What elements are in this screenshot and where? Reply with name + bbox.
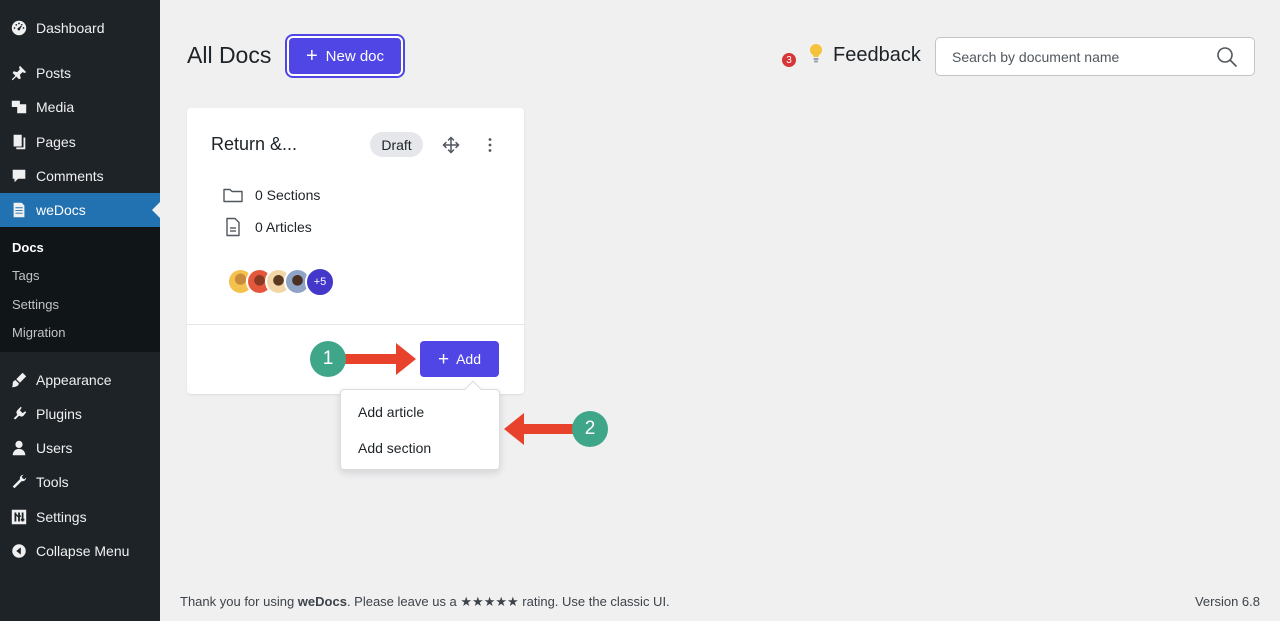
folder-icon bbox=[223, 188, 243, 203]
add-label: Add bbox=[456, 351, 482, 367]
sidebar-item-media[interactable]: Media bbox=[0, 90, 160, 124]
articles-count: 0 Articles bbox=[222, 216, 312, 238]
brush-icon bbox=[0, 371, 36, 389]
step-2-badge: 2 bbox=[572, 411, 608, 447]
add-dropdown-menu: Add article Add section bbox=[340, 380, 500, 470]
sidebar-item-dashboard[interactable]: Dashboard bbox=[0, 11, 160, 45]
plus-icon: + bbox=[437, 348, 450, 370]
articles-label: 0 Articles bbox=[255, 219, 312, 235]
new-doc-label: New doc bbox=[325, 47, 385, 65]
sidebar-item-comments[interactable]: Comments bbox=[0, 159, 160, 193]
document-icon bbox=[0, 201, 36, 219]
media-icon bbox=[0, 98, 36, 116]
sidebar-item-label: Dashboard bbox=[36, 20, 105, 36]
card-divider bbox=[187, 324, 524, 325]
active-caret bbox=[152, 202, 160, 218]
collapse-icon bbox=[0, 542, 36, 560]
sidebar-item-posts[interactable]: Posts bbox=[0, 56, 160, 90]
add-button[interactable]: + Add bbox=[420, 341, 499, 377]
sidebar-item-label: Posts bbox=[36, 65, 72, 81]
sections-label: 0 Sections bbox=[255, 187, 321, 203]
sidebar-item-pages[interactable]: Pages bbox=[0, 125, 160, 159]
step-1-badge: 1 bbox=[310, 341, 346, 377]
sidebar-item-label: Comments bbox=[36, 168, 104, 184]
sidebar-item-label: weDocs bbox=[36, 202, 86, 218]
page-title: All Docs bbox=[187, 42, 272, 68]
sidebar-item-label: Tools bbox=[36, 474, 69, 490]
admin-sidebar: Dashboard Posts Media Pages Comments weD… bbox=[0, 0, 160, 621]
doc-card[interactable]: Return &... Draft 0 Sections 0 Articles … bbox=[187, 108, 524, 394]
search-input[interactable] bbox=[952, 38, 1202, 75]
pin-icon bbox=[0, 64, 36, 82]
search-icon[interactable] bbox=[1216, 46, 1238, 68]
lightbulb-icon bbox=[809, 43, 823, 63]
sidebar-item-label: Collapse Menu bbox=[36, 543, 130, 559]
footer-thanks: Thank you for using weDocs. Please leave… bbox=[180, 594, 670, 610]
footer-text-after: . Please leave us a ★★★★★ rating. Use th… bbox=[346, 594, 670, 609]
sliders-icon bbox=[0, 508, 36, 526]
dashboard-icon bbox=[0, 19, 36, 37]
submenu-item-tags[interactable]: Tags bbox=[12, 268, 39, 283]
feedback-link[interactable]: Feedback bbox=[833, 44, 921, 67]
add-article-menu-item[interactable]: Add article bbox=[358, 404, 424, 420]
sidebar-item-label: Settings bbox=[36, 509, 87, 525]
sections-count: 0 Sections bbox=[222, 184, 320, 206]
kebab-menu-icon[interactable] bbox=[482, 136, 498, 154]
sidebar-item-label: Users bbox=[36, 440, 73, 456]
search-box bbox=[935, 37, 1255, 76]
sidebar-item-label: Appearance bbox=[36, 372, 112, 388]
sidebar-item-tools[interactable]: Tools bbox=[0, 465, 160, 499]
collapse-menu-button[interactable]: Collapse Menu bbox=[0, 534, 160, 568]
sidebar-item-label: Plugins bbox=[36, 406, 82, 422]
feedback-count-badge: 3 bbox=[781, 52, 797, 68]
user-icon bbox=[0, 439, 36, 457]
submenu-item-docs[interactable]: Docs bbox=[12, 240, 44, 255]
plus-icon: + bbox=[305, 45, 318, 67]
sidebar-item-label: Media bbox=[36, 99, 75, 115]
version-text: Version 6.8 bbox=[1194, 594, 1260, 609]
plugin-icon bbox=[0, 405, 36, 423]
new-doc-button[interactable]: + New doc bbox=[287, 36, 403, 76]
sidebar-item-plugins[interactable]: Plugins bbox=[0, 397, 160, 431]
footer-brand-link[interactable]: weDocs bbox=[298, 594, 347, 609]
add-section-menu-item[interactable]: Add section bbox=[358, 440, 431, 456]
status-badge: Draft bbox=[370, 132, 423, 157]
sidebar-item-users[interactable]: Users bbox=[0, 431, 160, 465]
sidebar-item-appearance[interactable]: Appearance bbox=[0, 363, 160, 397]
sidebar-item-settings[interactable]: Settings bbox=[0, 500, 160, 534]
submenu-item-settings[interactable]: Settings bbox=[12, 297, 59, 312]
footer-text-before: Thank you for using bbox=[180, 594, 298, 609]
submenu-item-migration[interactable]: Migration bbox=[12, 325, 65, 340]
sidebar-item-wedocs[interactable]: weDocs bbox=[0, 193, 160, 227]
more-avatars-badge[interactable]: +5 bbox=[305, 267, 335, 297]
wedocs-submenu: Docs Tags Settings Migration bbox=[0, 227, 160, 352]
wrench-icon bbox=[0, 473, 36, 491]
move-icon[interactable] bbox=[442, 136, 460, 154]
arrow-to-dropdown bbox=[504, 413, 574, 445]
sidebar-item-label: Pages bbox=[36, 134, 76, 150]
doc-title[interactable]: Return &... bbox=[211, 134, 297, 155]
comment-icon bbox=[0, 167, 36, 185]
file-icon bbox=[226, 217, 240, 237]
pages-icon bbox=[0, 133, 36, 151]
